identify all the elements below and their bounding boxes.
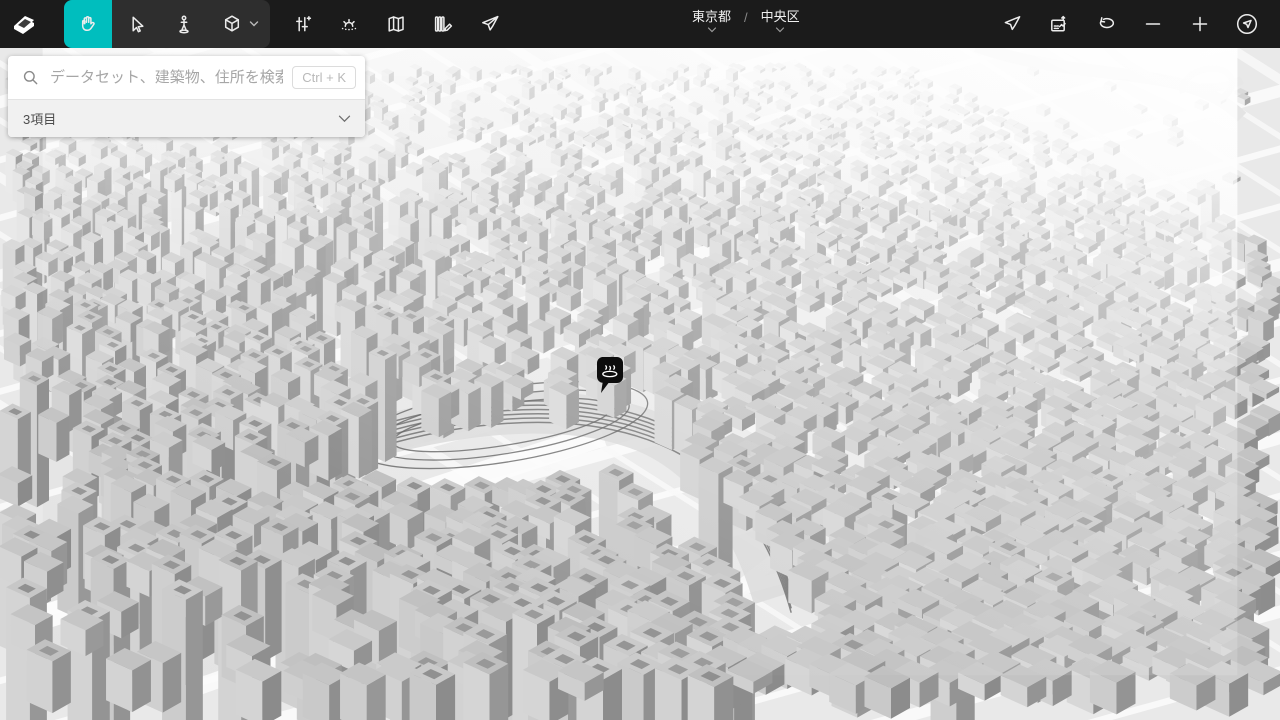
zoom-in-button[interactable] <box>1176 0 1223 48</box>
scene-capture-icon <box>1047 12 1071 36</box>
ward-label: 中央区 <box>761 9 800 25</box>
shadow-button[interactable] <box>325 0 372 48</box>
search-input[interactable] <box>50 69 283 86</box>
hand-icon <box>76 12 100 36</box>
zoom-out-button[interactable] <box>1129 0 1176 48</box>
cube-icon <box>220 12 244 36</box>
dataset-summary-row[interactable]: 3項目 <box>8 99 365 137</box>
toolbar-actions-left <box>278 0 513 48</box>
sketch-icon <box>431 12 455 36</box>
select-tool-button[interactable] <box>112 0 160 48</box>
settings-sliders-icon <box>290 12 314 36</box>
share-icon <box>478 12 502 36</box>
rotate-view-icon <box>1094 12 1118 36</box>
cursor-icon <box>124 12 148 36</box>
scene-capture-button[interactable] <box>1035 0 1082 48</box>
chevron-down-icon <box>707 27 717 33</box>
zoom-in-icon <box>1188 12 1212 36</box>
app-logo <box>0 0 48 48</box>
pedestrian-icon <box>172 12 196 36</box>
compass-reset-button[interactable] <box>1223 0 1270 48</box>
breadcrumb-ward[interactable]: 中央区 <box>761 9 800 33</box>
sun-shade-icon <box>337 12 361 36</box>
map-marker[interactable] <box>596 356 624 396</box>
sketch-button[interactable] <box>419 0 466 48</box>
search-panel: Ctrl + K 3項目 <box>8 56 365 137</box>
toolbar-actions-right <box>988 0 1270 48</box>
pedestrian-tool-button[interactable] <box>160 0 208 48</box>
search-row: Ctrl + K <box>8 56 365 99</box>
dataset-count-label: 3項目 <box>23 109 56 128</box>
chevron-down-icon <box>249 20 259 28</box>
tool-group <box>64 0 270 48</box>
pan-tool-button[interactable] <box>64 0 112 48</box>
rotate-view-button[interactable] <box>1082 0 1129 48</box>
basemap-icon <box>384 12 408 36</box>
compass-reset-icon <box>1234 11 1260 37</box>
share-button[interactable] <box>466 0 513 48</box>
zoom-out-icon <box>1141 12 1165 36</box>
top-toolbar: 東京都 / 中央区 <box>0 0 1280 48</box>
plateau-logo-icon <box>9 9 39 39</box>
basemap-button[interactable] <box>372 0 419 48</box>
city-3d-scene <box>0 48 1280 720</box>
breadcrumb-separator: / <box>744 9 748 26</box>
chevron-down-icon <box>338 115 351 123</box>
model-tool-button[interactable] <box>208 0 270 48</box>
breadcrumb-prefecture[interactable]: 東京都 <box>692 9 731 33</box>
location-button[interactable] <box>988 0 1035 48</box>
location-icon <box>1000 12 1024 36</box>
prefecture-label: 東京都 <box>692 9 731 25</box>
breadcrumb: 東京都 / 中央区 <box>692 0 800 48</box>
display-settings-button[interactable] <box>278 0 325 48</box>
search-icon <box>21 68 41 88</box>
chevron-down-icon <box>775 27 785 33</box>
map-viewport[interactable] <box>0 48 1280 720</box>
shortcut-badge: Ctrl + K <box>292 66 356 89</box>
